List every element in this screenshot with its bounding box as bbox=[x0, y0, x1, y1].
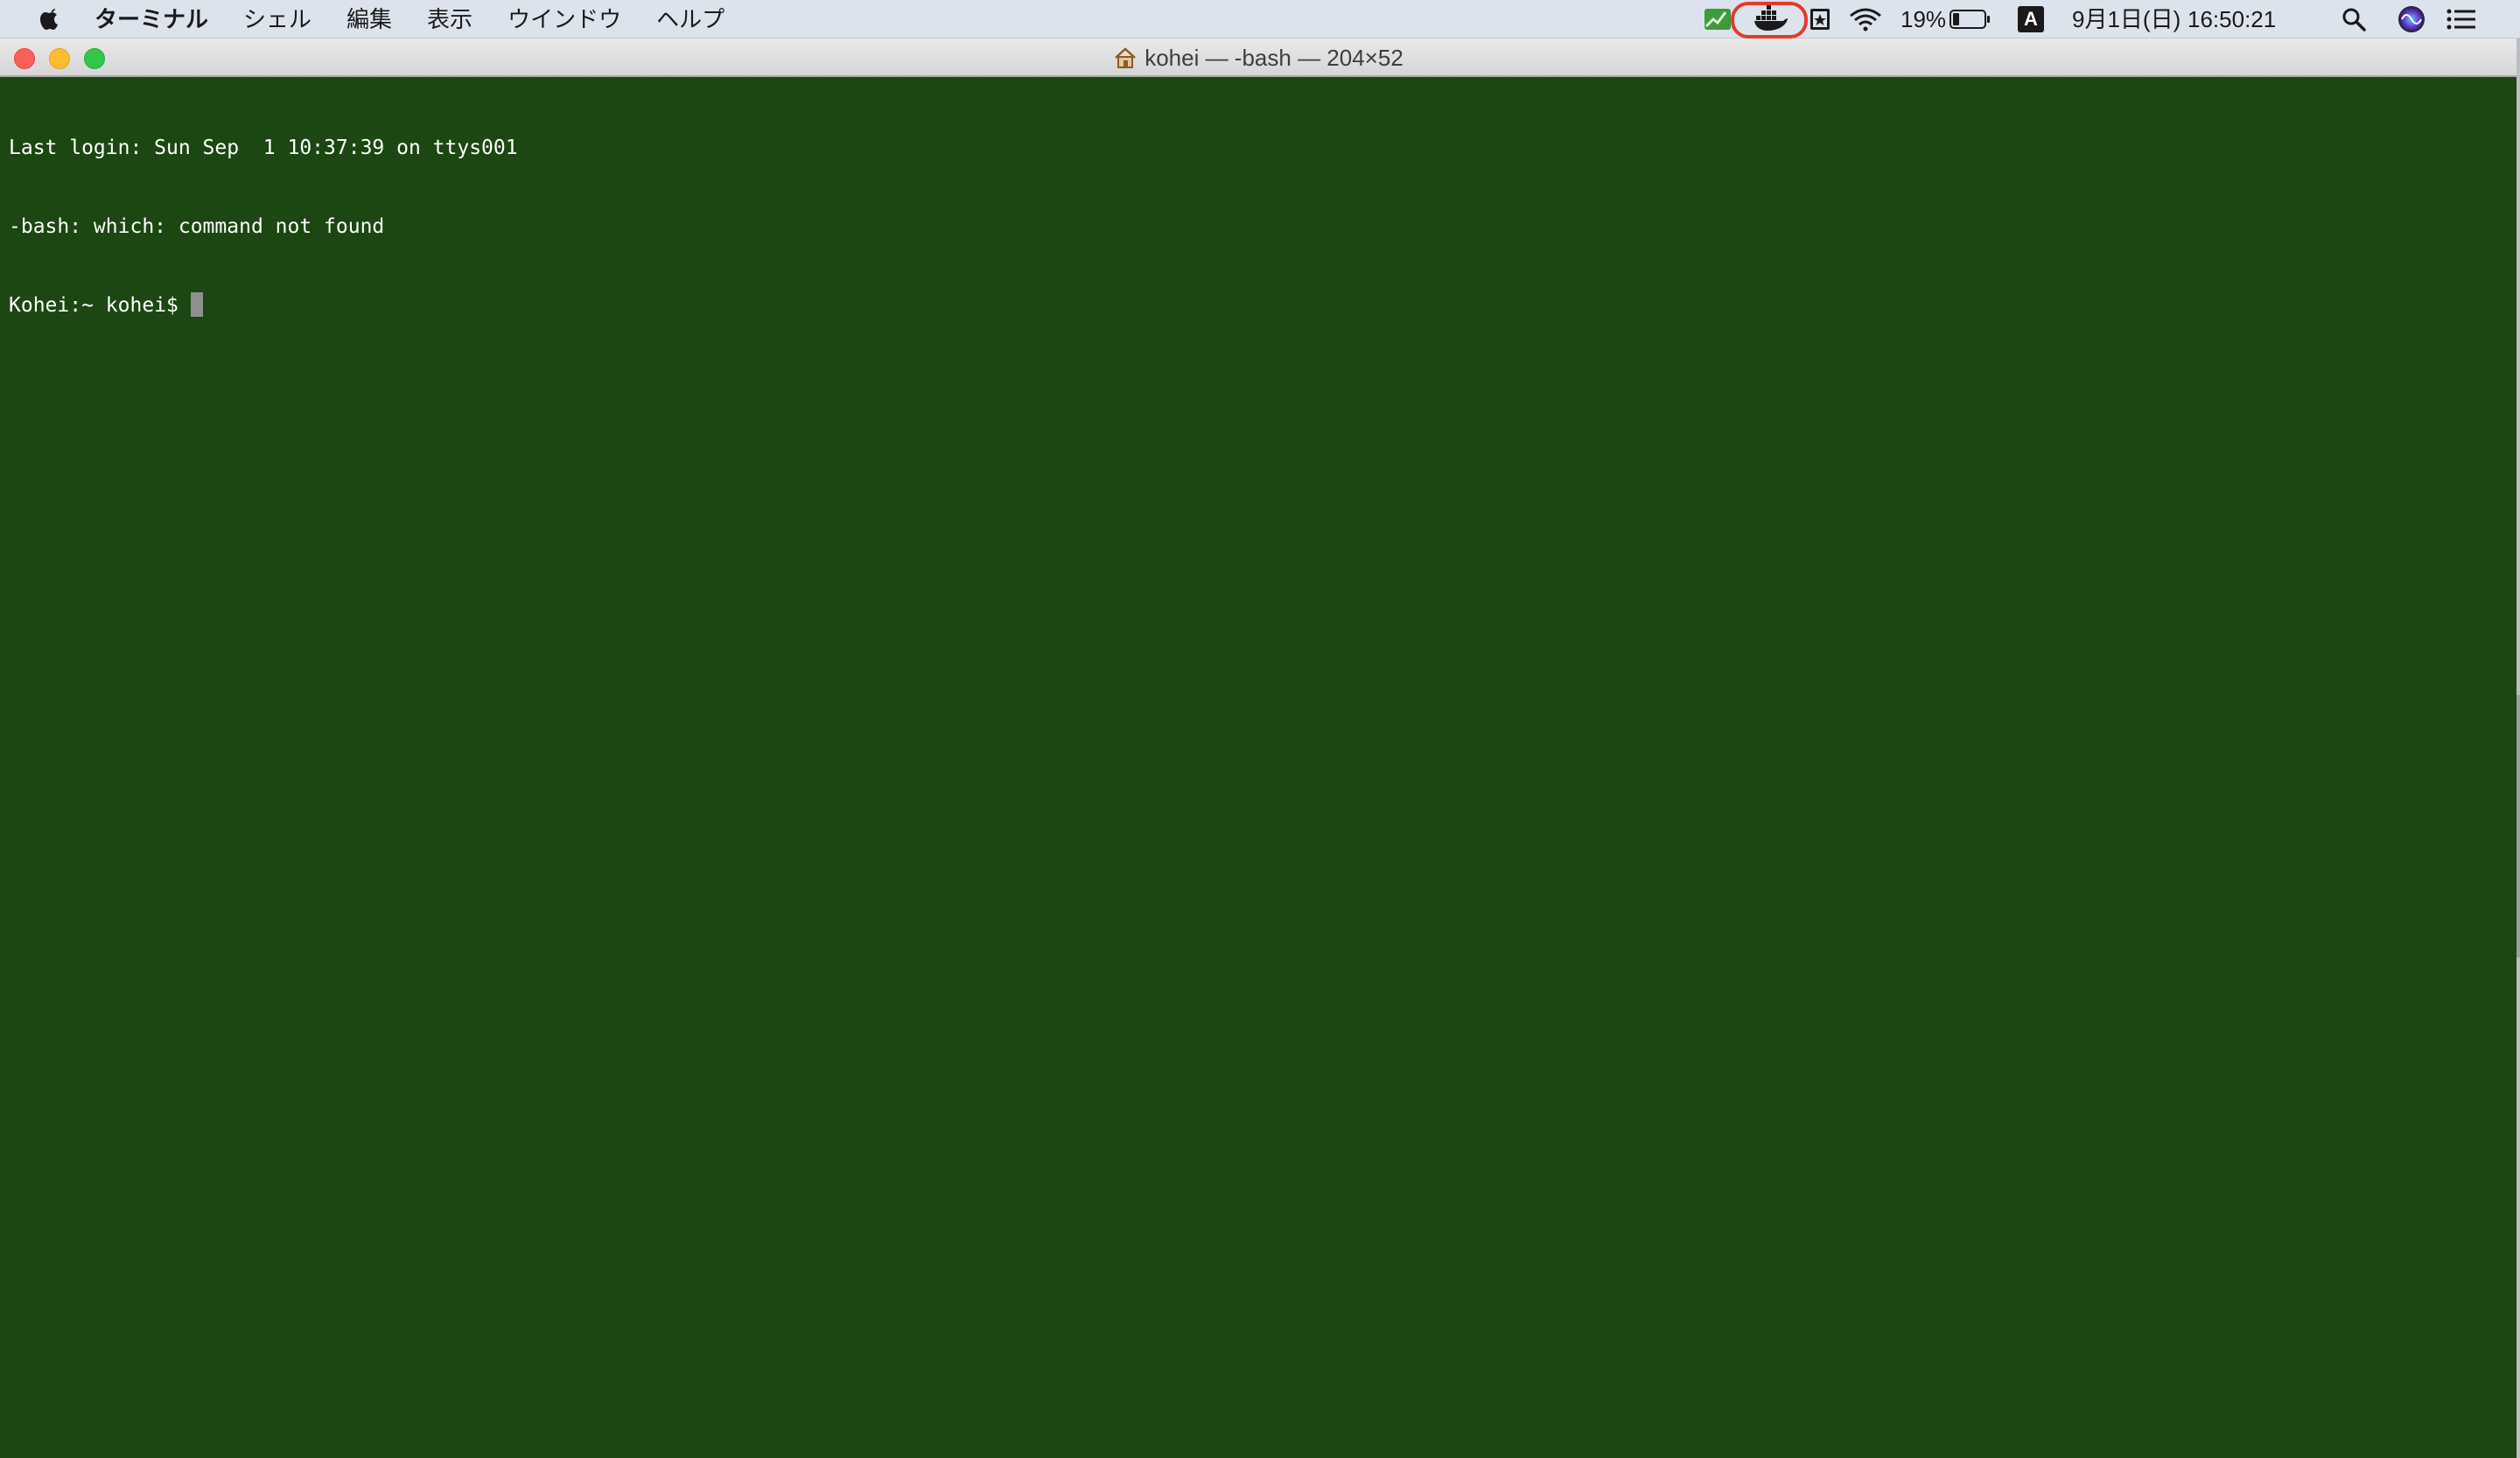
menu-view[interactable]: 表示 bbox=[427, 0, 472, 39]
activity-icon[interactable] bbox=[1703, 7, 1732, 32]
script-icon[interactable] bbox=[1808, 7, 1832, 32]
terminal-prompt-line[interactable]: Kohei:~ kohei$ bbox=[9, 292, 518, 319]
notification-center-icon[interactable] bbox=[2446, 9, 2476, 30]
menu-edit[interactable]: 編集 bbox=[346, 0, 392, 39]
menu-shell[interactable]: シェル bbox=[243, 0, 312, 39]
window-title-area: kohei — -bash — 204×52 bbox=[0, 39, 2516, 77]
window-title: kohei — -bash — 204×52 bbox=[1144, 44, 1404, 71]
text-cursor bbox=[190, 292, 203, 317]
menu-time[interactable]: 16:50:21 bbox=[2188, 0, 2276, 39]
menu-date[interactable]: 9月1日(日) bbox=[2072, 0, 2180, 39]
menu-app-name[interactable]: ターミナル bbox=[94, 0, 208, 39]
input-method-icon[interactable]: A bbox=[2018, 6, 2044, 32]
input-method-label: A bbox=[2024, 8, 2038, 30]
terminal-line: Last login: Sun Sep 1 10:37:39 on ttys00… bbox=[9, 137, 518, 159]
terminal-window[interactable]: kohei — -bash — 204×52 Last login: Sun S… bbox=[0, 39, 2520, 1458]
battery-percent: 19% bbox=[1900, 6, 1947, 32]
siri-icon[interactable] bbox=[2398, 5, 2426, 33]
menu-window[interactable]: ウインドウ bbox=[508, 0, 621, 39]
battery-icon[interactable] bbox=[1950, 9, 1992, 30]
apple-icon[interactable] bbox=[35, 4, 65, 35]
window-resize-edge[interactable] bbox=[2516, 695, 2520, 957]
window-titlebar[interactable]: kohei — -bash — 204×52 bbox=[0, 39, 2516, 77]
terminal-line: -bash: which: command not found bbox=[9, 215, 385, 238]
terminal-prompt: Kohei:~ kohei$ bbox=[9, 294, 191, 317]
home-icon bbox=[1115, 47, 1137, 68]
menu-bar: ターミナル シェル 編集 表示 ウインドウ ヘルプ 19% A 9月1日(日) … bbox=[0, 0, 2520, 39]
menu-help[interactable]: ヘルプ bbox=[656, 0, 724, 39]
menu-items: ターミナル シェル 編集 表示 ウインドウ ヘルプ bbox=[94, 0, 760, 39]
search-icon[interactable] bbox=[2342, 7, 2366, 32]
terminal-output[interactable]: Last login: Sun Sep 1 10:37:39 on ttys00… bbox=[9, 82, 518, 371]
docker-highlight-ring bbox=[1731, 2, 1808, 39]
wifi-icon[interactable] bbox=[1848, 7, 1883, 32]
